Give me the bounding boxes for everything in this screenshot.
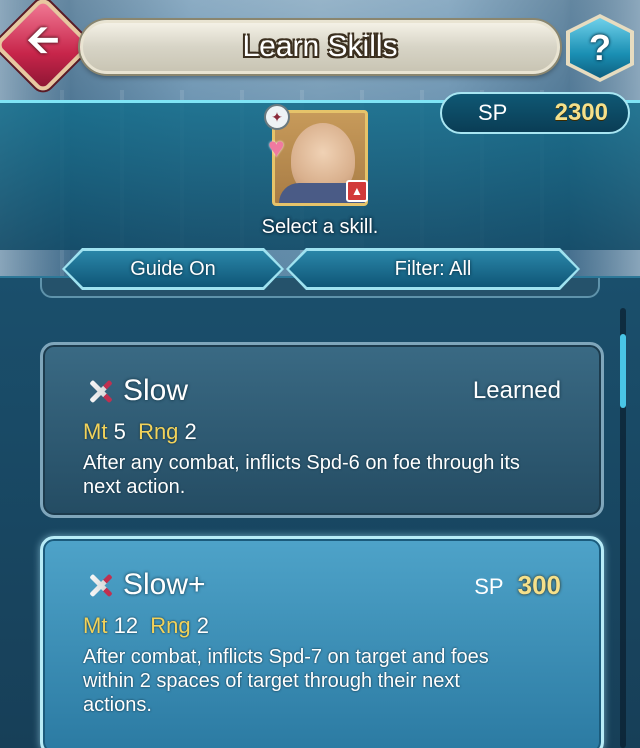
cost-value: 300 <box>517 569 561 600</box>
hint-text: Select a skill. <box>261 216 379 238</box>
skill-list-panel[interactable]: Slow Learned Mt 5 Rng 2 After any combat… <box>0 276 640 748</box>
filter-label: Filter: All <box>394 257 472 280</box>
crossed-swords-icon <box>83 373 119 409</box>
boot-move-icon: ▲ <box>346 180 368 202</box>
title-banner: Learn Skills <box>80 20 560 74</box>
learned-status: Learned <box>472 377 561 404</box>
left-arrow-icon[interactable]: 🡨 <box>8 10 78 80</box>
page-title: Learn Skills <box>242 30 398 63</box>
sp-counter: SP 2300 <box>440 92 630 134</box>
guide-toggle-button[interactable]: Guide On <box>65 251 281 287</box>
skill-description: After any combat, inflicts Spd-6 on foe … <box>83 452 520 498</box>
skill-cost: SP 300 <box>474 570 561 601</box>
skill-stats: Mt 5 Rng 2 <box>83 419 197 444</box>
cost-label: SP <box>474 573 504 599</box>
skill-name: Slow <box>123 374 189 407</box>
skill-card-slow[interactable]: Slow Learned Mt 5 Rng 2 After any combat… <box>40 342 604 518</box>
skill-stats: Mt 12 Rng 2 <box>83 613 210 638</box>
crossed-swords-icon <box>83 567 119 603</box>
skill-description: After combat, inflicts Spd-7 on target a… <box>83 646 489 716</box>
scrollbar-thumb[interactable] <box>620 334 626 408</box>
filter-button[interactable]: Filter: All <box>289 251 577 287</box>
sp-label: SP <box>478 100 508 125</box>
heart-icon: ♥ <box>268 132 285 163</box>
question-mark-icon[interactable]: ? <box>570 18 630 78</box>
guide-label: Guide On <box>130 257 216 280</box>
skill-card-slow-plus[interactable]: Slow+ SP 300 Mt 12 Rng 2 After combat, i… <box>40 536 604 748</box>
sp-value: 2300 <box>554 99 608 126</box>
skill-name: Slow+ <box>123 568 206 601</box>
staff-weapon-icon: ✦ <box>264 104 290 130</box>
